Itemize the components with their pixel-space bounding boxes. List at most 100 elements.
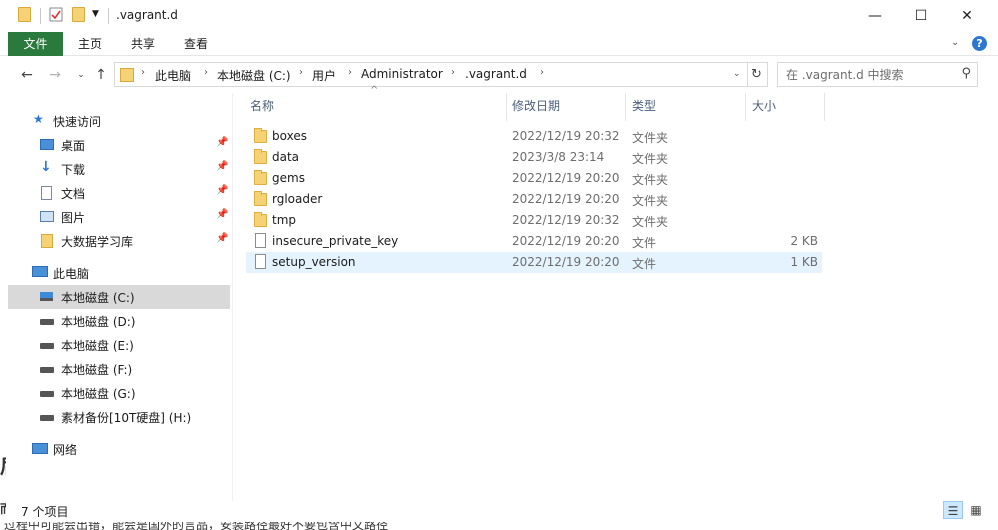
back-arrow-icon[interactable]: ← [18, 66, 36, 84]
network-icon [32, 443, 48, 454]
background-document: 过程中可能会出错，能会是国外的言品，安装路径最好不要包含中文路径 [0, 522, 998, 530]
column-header-date[interactable]: 修改日期 [508, 93, 626, 119]
search-icon[interactable]: ⚲ [961, 66, 971, 81]
sidebar-item-label: 此电脑 [53, 267, 90, 281]
sidebar-item-this-pc[interactable]: 此电脑 [8, 261, 230, 285]
file-row-boxes[interactable]: boxes 2022/12/19 20:32 文件夹 [246, 126, 822, 147]
maximize-button[interactable]: ☐ [898, 0, 944, 32]
tab-view[interactable]: 查看 [174, 32, 218, 56]
up-arrow-icon[interactable]: ↑ [92, 66, 110, 84]
address-bar[interactable]: › 此电脑 › 本地磁盘 (C:) › 用户 › Administrator ›… [114, 62, 748, 87]
chevron-right-icon[interactable]: › [348, 67, 352, 78]
chevron-right-icon[interactable]: › [451, 67, 455, 78]
separator [40, 8, 41, 24]
sidebar-item-drive-g[interactable]: 本地磁盘 (G:) [8, 381, 230, 405]
breadcrumb-drive-c[interactable]: 本地磁盘 (C:) [217, 67, 291, 84]
sidebar-item-drive-h[interactable]: 素材备份[10T硬盘] (H:) [8, 405, 230, 429]
column-divider[interactable] [625, 93, 626, 121]
column-divider[interactable] [745, 93, 746, 121]
properties-icon[interactable] [49, 7, 63, 22]
breadcrumb-administrator[interactable]: Administrator [361, 67, 443, 81]
sidebar-item-documents[interactable]: 文档 📌 [8, 181, 230, 205]
sidebar-item-desktop[interactable]: 桌面 📌 [8, 133, 230, 157]
file-row-data[interactable]: data 2023/3/8 23:14 文件夹 [246, 147, 822, 168]
chevron-right-icon[interactable]: › [204, 67, 208, 78]
search-input[interactable] [786, 66, 951, 84]
sidebar-item-network[interactable]: 网络 [8, 437, 230, 461]
address-dropdown-icon[interactable]: ⌄ [733, 69, 741, 79]
windows-drive-icon [40, 292, 53, 301]
pin-icon[interactable]: 📌 [216, 185, 228, 196]
details-view-icon[interactable]: ☰ [943, 501, 963, 519]
folder-icon [254, 191, 267, 206]
customize-toolbar-icon[interactable]: ▼ [92, 9, 99, 19]
sidebar-item-pictures[interactable]: 图片 📌 [8, 205, 230, 229]
drive-icon [40, 319, 54, 325]
file-size: 1 KB [790, 255, 818, 269]
breadcrumb-users[interactable]: 用户 [312, 67, 336, 84]
pin-icon[interactable]: 📌 [216, 137, 228, 148]
file-date: 2022/12/19 20:20 [512, 192, 620, 206]
file-date: 2022/12/19 20:20 [512, 255, 620, 269]
separator [108, 8, 109, 24]
column-divider[interactable] [824, 93, 825, 121]
file-row-gems[interactable]: gems 2022/12/19 20:20 文件夹 [246, 168, 822, 189]
file-row-setup-version[interactable]: setup_version 2022/12/19 20:20 文件 1 KB [246, 252, 822, 273]
sidebar-item-drive-d[interactable]: 本地磁盘 (D:) [8, 309, 230, 333]
pin-icon[interactable]: 📌 [216, 209, 228, 220]
file-name: data [272, 150, 300, 164]
column-header-type[interactable]: 类型 [628, 93, 744, 119]
file-type: 文件夹 [632, 173, 669, 187]
pin-icon[interactable]: 📌 [216, 161, 228, 172]
chevron-right-icon[interactable]: › [141, 67, 145, 78]
folder-icon [254, 170, 267, 185]
file-icon [255, 254, 266, 269]
minimize-button[interactable]: — [852, 0, 898, 32]
file-row-rgloader[interactable]: rgloader 2022/12/19 20:20 文件夹 [246, 189, 822, 210]
recent-locations-icon[interactable]: ⌄ [72, 66, 90, 84]
drive-icon [40, 391, 54, 397]
breadcrumb-vagrant-d[interactable]: .vagrant.d [465, 67, 527, 81]
download-icon: ↓ [40, 159, 52, 175]
close-button[interactable]: ✕ [944, 0, 990, 32]
pane-divider[interactable] [232, 93, 233, 501]
refresh-icon[interactable]: ↻ [746, 62, 768, 87]
file-name: setup_version [272, 255, 356, 269]
folder-icon [41, 234, 53, 248]
folder-icon [254, 128, 267, 143]
drive-icon [40, 415, 54, 421]
large-icons-view-icon[interactable]: ▦ [966, 501, 986, 519]
forward-arrow-icon[interactable]: → [46, 66, 64, 84]
sidebar-item-label: 本地磁盘 (E:) [61, 339, 134, 353]
file-type: 文件夹 [632, 152, 669, 166]
tab-file[interactable]: 文件 [8, 32, 63, 56]
folder-icon [18, 7, 31, 22]
ribbon: 文件 主页 共享 查看 ⌄ ? [0, 32, 998, 56]
sidebar-item-bigdata-library[interactable]: 大数据学习库 📌 [8, 229, 230, 253]
sidebar-item-drive-f[interactable]: 本地磁盘 (F:) [8, 357, 230, 381]
column-header-name[interactable]: 名称 [246, 93, 508, 119]
file-row-tmp[interactable]: tmp 2022/12/19 20:32 文件夹 [246, 210, 822, 231]
sidebar-item-label: 大数据学习库 [61, 235, 134, 249]
sidebar-item-label: 本地磁盘 (G:) [61, 387, 136, 401]
new-folder-icon[interactable] [72, 7, 85, 22]
file-row-insecure-private-key[interactable]: insecure_private_key 2022/12/19 20:20 文件… [246, 231, 822, 252]
star-icon: ★ [33, 112, 44, 126]
sidebar-item-quick-access[interactable]: ★ 快速访问 [8, 109, 230, 133]
file-name: rgloader [272, 192, 323, 206]
breadcrumb-this-pc[interactable]: 此电脑 [155, 67, 191, 84]
chevron-right-icon[interactable]: › [299, 67, 303, 78]
chevron-right-icon[interactable]: › [540, 67, 544, 78]
tab-home[interactable]: 主页 [68, 32, 112, 56]
column-header-size[interactable]: 大小 [748, 93, 824, 119]
column-divider[interactable] [506, 93, 507, 121]
tab-share[interactable]: 共享 [121, 32, 165, 56]
search-box[interactable]: ⚲ [777, 62, 978, 87]
help-icon[interactable]: ? [972, 36, 987, 51]
sidebar-item-downloads[interactable]: ↓ 下载 📌 [8, 157, 230, 181]
pin-icon[interactable]: 📌 [216, 233, 228, 244]
file-name: insecure_private_key [272, 234, 399, 248]
sidebar-item-drive-e[interactable]: 本地磁盘 (E:) [8, 333, 230, 357]
sidebar-item-drive-c[interactable]: 本地磁盘 (C:) [8, 285, 230, 309]
chevron-down-icon[interactable]: ⌄ [951, 37, 959, 48]
